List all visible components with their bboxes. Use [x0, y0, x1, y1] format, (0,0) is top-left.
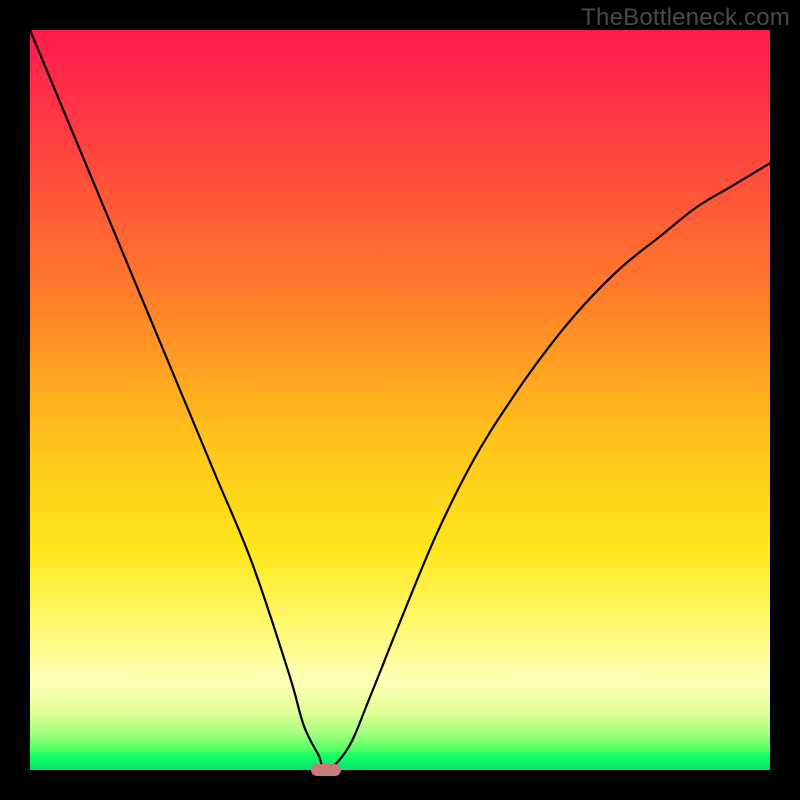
watermark-text: TheBottleneck.com — [581, 4, 790, 32]
optimal-point-marker — [311, 764, 341, 776]
plot-area — [30, 30, 770, 770]
bottleneck-curve — [30, 30, 770, 770]
curve-svg — [30, 30, 770, 770]
chart-frame: TheBottleneck.com — [0, 0, 800, 800]
